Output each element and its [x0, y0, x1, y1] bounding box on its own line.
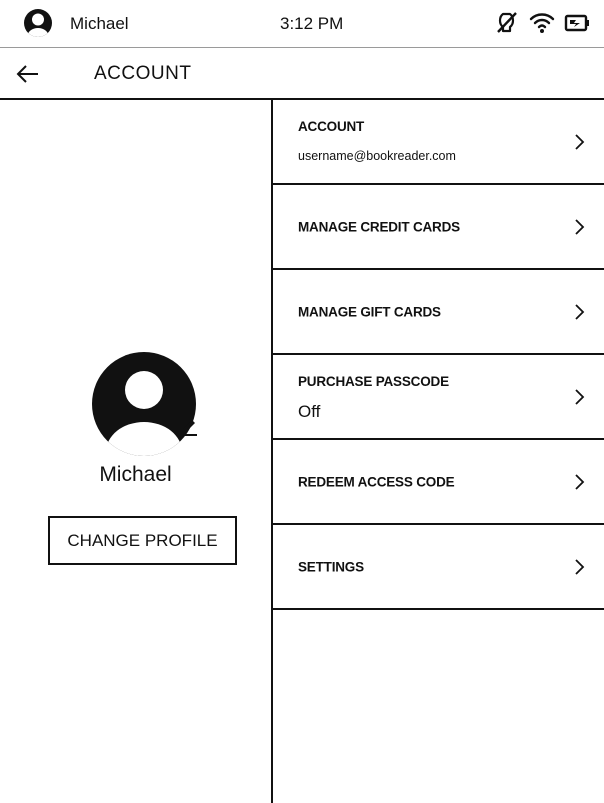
- user-avatar-icon[interactable]: [23, 8, 53, 38]
- back-button[interactable]: [16, 60, 56, 88]
- chevron-right-icon: [575, 133, 585, 150]
- menu-item-redeem-access-code[interactable]: REDEEM ACCESS CODE: [273, 440, 604, 525]
- chevron-right-icon: [575, 473, 585, 490]
- wifi-icon[interactable]: [529, 10, 555, 36]
- status-time: 3:12 PM: [280, 14, 344, 33]
- menu-item-label: REDEEM ACCESS CODE: [298, 474, 455, 489]
- change-profile-button[interactable]: CHANGE PROFILE: [48, 516, 237, 565]
- menu-item-label: MANAGE CREDIT CARDS: [298, 219, 460, 234]
- account-menu: ACCOUNT username@bookreader.com MANAGE C…: [273, 100, 604, 610]
- passcode-status: Off: [298, 402, 321, 421]
- profile-panel: Michael CHANGE PROFILE: [0, 100, 273, 803]
- account-email: username@bookreader.com: [298, 149, 456, 163]
- menu-item-label: MANAGE GIFT CARDS: [298, 304, 441, 319]
- arrow-left-icon: [16, 65, 38, 83]
- light-off-icon[interactable]: [494, 10, 520, 36]
- profile-avatar-icon: [90, 350, 198, 458]
- status-icons: [494, 10, 590, 36]
- profile-name: Michael: [99, 463, 172, 486]
- menu-item-settings[interactable]: SETTINGS: [273, 525, 604, 610]
- chevron-right-icon: [575, 388, 585, 405]
- pencil-icon[interactable]: [178, 414, 200, 436]
- status-bar: Michael 3:12 PM: [0, 0, 604, 48]
- battery-charging-icon[interactable]: [564, 10, 590, 36]
- menu-item-label: SETTINGS: [298, 559, 364, 574]
- chevron-right-icon: [575, 303, 585, 320]
- menu-item-label: ACCOUNT: [298, 119, 365, 134]
- header: ACCOUNT: [0, 48, 604, 100]
- menu-item-manage-credit-cards[interactable]: MANAGE CREDIT CARDS: [273, 185, 604, 270]
- status-user-name: Michael: [70, 14, 129, 33]
- chevron-right-icon: [575, 218, 585, 235]
- page-title: ACCOUNT: [94, 63, 192, 84]
- menu-item-manage-gift-cards[interactable]: MANAGE GIFT CARDS: [273, 270, 604, 355]
- menu-item-label: PURCHASE PASSCODE: [298, 374, 449, 389]
- menu-item-account[interactable]: ACCOUNT username@bookreader.com: [273, 100, 604, 185]
- menu-item-purchase-passcode[interactable]: PURCHASE PASSCODE Off: [273, 355, 604, 440]
- chevron-right-icon: [575, 558, 585, 575]
